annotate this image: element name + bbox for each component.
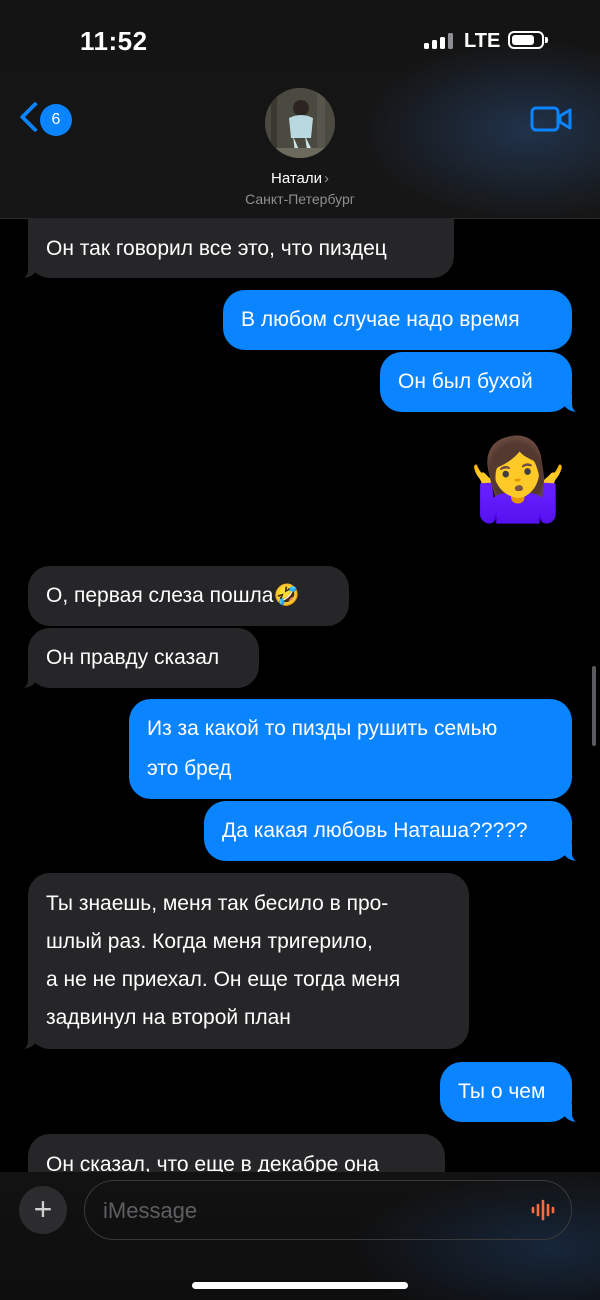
message-bubble-outgoing[interactable]: Из за какой то пизды рушить семью это бр… [129, 699, 572, 799]
video-camera-icon [530, 106, 572, 132]
video-call-button[interactable] [530, 104, 572, 134]
message-bubble-incoming[interactable]: Он так говорил все это, что пиздец [14, 218, 454, 280]
contact-name[interactable]: Натали › [0, 170, 600, 187]
waveform-icon[interactable] [531, 1199, 557, 1221]
message-bubble-outgoing[interactable]: Он был бухой [380, 352, 586, 414]
message-line: Из за какой то пизды рушить семью [147, 717, 498, 740]
message-line: это бред [147, 757, 232, 780]
contact-location: Санкт-Петербург [245, 191, 355, 207]
composer-bar: + iMessage [0, 1172, 600, 1300]
message-line: шлый раз. Когда меня тригерило, [46, 930, 373, 953]
plus-icon: + [33, 1191, 53, 1227]
add-attachment-button[interactable]: + [19, 1186, 67, 1234]
cellular-signal-icon [424, 33, 454, 49]
contact-avatar[interactable] [265, 88, 335, 158]
message-bubble-incoming[interactable]: Он правду сказал [14, 628, 259, 690]
message-bubble-outgoing[interactable]: Ты о чем [440, 1062, 586, 1124]
message-input[interactable]: iMessage [84, 1180, 572, 1240]
battery-icon [508, 31, 548, 49]
message-bubble-incoming[interactable]: Ты знаешь, меня так бесило в про- шлый р… [14, 873, 469, 1051]
avatar-photo-icon [265, 88, 335, 158]
network-type: LTE [464, 30, 501, 52]
emoji-message-shrug[interactable]: 🤷‍♀️ [462, 432, 574, 528]
status-bar: 11:52 LTE [0, 0, 600, 80]
message-line: задвинул на второй план [46, 1006, 291, 1029]
chevron-right-icon: › [324, 170, 330, 187]
message-list[interactable]: Он так говорил все это, что пиздец В люб… [0, 218, 600, 1172]
unread-count-badge[interactable]: 6 [40, 104, 72, 136]
contact-name-text: Натали [270, 170, 323, 187]
message-line: Ты знаешь, меня так бесило в про- [46, 892, 389, 915]
status-time: 11:52 [80, 26, 148, 56]
message-line: а не не приехал. Он еще тогда меня [46, 968, 401, 991]
scroll-indicator[interactable] [592, 666, 596, 746]
message-bubble-incoming[interactable]: Он сказал, что еще в декабре она [28, 1134, 445, 1172]
message-input-placeholder: iMessage [103, 1198, 198, 1223]
home-indicator[interactable] [192, 1282, 408, 1289]
message-bubble-outgoing[interactable]: Да какая любовь Наташа????? [204, 801, 586, 863]
message-bubble-incoming[interactable]: О, первая слеза пошла🤣 [28, 566, 349, 626]
message-bubble-outgoing[interactable]: В любом случае надо время [223, 290, 572, 350]
